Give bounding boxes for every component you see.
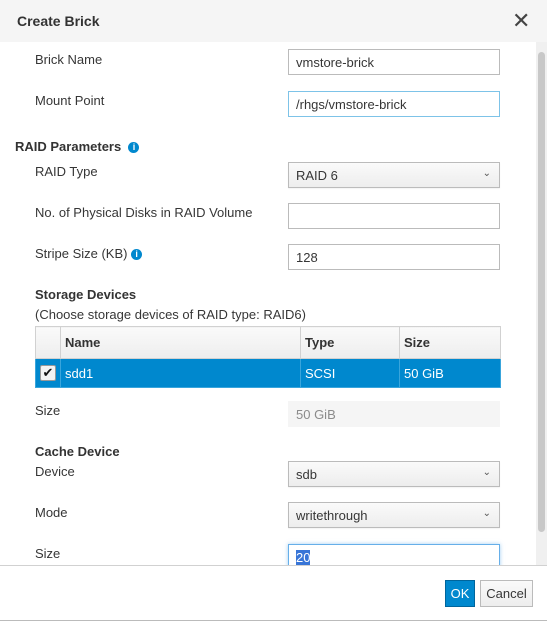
- dialog-footer: OK Cancel: [0, 565, 547, 621]
- select-column-header: [35, 326, 61, 359]
- scrollbar-thumb[interactable]: [538, 52, 545, 532]
- raid-type-label: RAID Type: [35, 164, 98, 179]
- cache-mode-select[interactable]: writethrough ⌄: [288, 502, 500, 528]
- mount-point-input[interactable]: [288, 91, 500, 117]
- chevron-down-icon: ⌄: [482, 467, 491, 478]
- mount-point-label: Mount Point: [35, 93, 105, 108]
- cancel-button[interactable]: Cancel: [480, 580, 533, 607]
- physical-disks-label: No. of Physical Disks in RAID Volume: [35, 205, 253, 220]
- storage-devices-heading: Storage Devices: [35, 287, 137, 302]
- stripe-size-text: Stripe Size (KB): [35, 246, 128, 261]
- cache-mode-label: Mode: [35, 505, 68, 520]
- brick-name-input[interactable]: [288, 49, 500, 75]
- info-icon[interactable]: i: [131, 249, 143, 260]
- brick-name-label: Brick Name: [35, 52, 103, 67]
- cache-device-value: sdb: [296, 467, 317, 482]
- chevron-down-icon: ⌄: [482, 508, 491, 519]
- close-icon[interactable]: ✕: [512, 8, 530, 34]
- column-header-size[interactable]: Size: [399, 326, 501, 359]
- table-row[interactable]: ✔ sdd1 SCSI 50 GiB: [35, 358, 501, 388]
- size-label: Size: [35, 403, 61, 418]
- dialog-body: Brick Name Mount Point RAID Parameters i…: [0, 42, 547, 565]
- cache-device-heading: Cache Device: [35, 444, 120, 459]
- raid-parameters-heading: RAID Parameters i: [15, 139, 140, 154]
- column-header-name[interactable]: Name: [60, 326, 301, 359]
- chevron-down-icon: ⌄: [482, 168, 491, 179]
- raid-type-select[interactable]: RAID 6 ⌄: [288, 162, 500, 188]
- row-checkbox-cell: ✔: [35, 358, 61, 388]
- storage-devices-hint: (Choose storage devices of RAID type: RA…: [35, 307, 306, 322]
- table-header: Name Type Size: [35, 326, 501, 359]
- cell-type: SCSI: [300, 358, 400, 388]
- cache-size-label: Size: [35, 546, 61, 561]
- stripe-size-label: Stripe Size (KB) i: [35, 246, 143, 261]
- column-header-type[interactable]: Type: [300, 326, 400, 359]
- size-readonly-input: [288, 401, 500, 427]
- cell-size: 50 GiB: [399, 358, 501, 388]
- physical-disks-input[interactable]: [288, 203, 500, 229]
- dialog-header: Create Brick ✕: [0, 0, 547, 42]
- raid-type-value: RAID 6: [296, 168, 338, 183]
- ok-button[interactable]: OK: [445, 580, 475, 607]
- info-icon[interactable]: i: [128, 142, 140, 153]
- raid-parameters-title: RAID Parameters: [15, 139, 122, 154]
- cell-name: sdd1: [60, 358, 301, 388]
- cache-size-input[interactable]: 20: [288, 544, 500, 565]
- cache-mode-value: writethrough: [296, 508, 368, 523]
- cache-device-label: Device: [35, 464, 75, 479]
- cache-device-select[interactable]: sdb ⌄: [288, 461, 500, 487]
- dialog-title: Create Brick: [17, 13, 100, 29]
- cache-size-value: 20: [296, 550, 311, 565]
- storage-devices-table: Name Type Size ✔ sdd1 SCSI 50 GiB: [35, 326, 501, 388]
- stripe-size-input[interactable]: [288, 244, 500, 270]
- row-checkbox[interactable]: ✔: [40, 365, 56, 381]
